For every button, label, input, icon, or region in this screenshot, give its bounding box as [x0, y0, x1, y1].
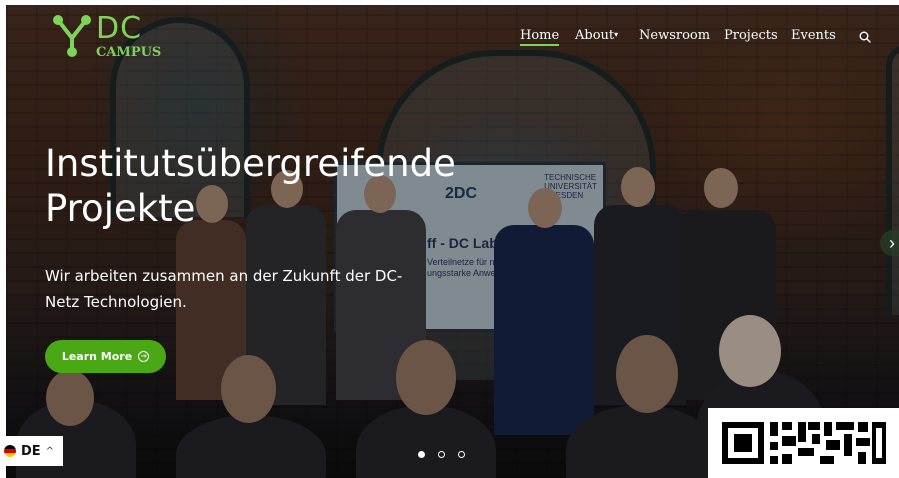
qr-code — [708, 408, 899, 478]
hero-subline: Wir arbeiten zusammen an der Zukunft der… — [45, 263, 465, 315]
german-flag-icon — [4, 445, 16, 457]
caret-up-icon: ^ — [45, 445, 55, 457]
arrow-right-circle-icon: → — [138, 351, 150, 362]
headline-line-2: Projekte — [45, 187, 196, 230]
carousel-dot[interactable] — [418, 451, 425, 458]
nav-home[interactable]: Home — [520, 28, 560, 46]
dc-campus-logo[interactable]: DC CAMPUS — [52, 11, 162, 64]
audience-head — [719, 315, 781, 387]
logo-campus-text: CAMPUS — [96, 45, 162, 60]
hero-headline: Institutsübergreifende Projekte — [45, 141, 565, 231]
audience-head — [616, 335, 678, 413]
language-code: DE — [21, 443, 41, 459]
audience-head — [221, 355, 276, 423]
language-switcher[interactable]: DE ^ — [0, 436, 63, 466]
carousel-dot[interactable] — [438, 451, 445, 458]
caret-down-icon: ▾ — [614, 30, 619, 39]
nav-events[interactable]: Events — [791, 28, 836, 43]
carousel-pagination — [418, 451, 465, 458]
search-icon[interactable] — [859, 30, 871, 43]
audience-head — [46, 370, 94, 426]
audience-head — [396, 340, 456, 415]
headline-line-1: Institutsübergreifende — [45, 142, 456, 185]
learn-more-label: Learn More — [61, 350, 133, 363]
nav-about-label: About — [575, 28, 615, 43]
nav-newsroom[interactable]: Newsroom — [639, 28, 710, 43]
logo-dc-text: DC — [96, 11, 143, 46]
carousel-dot[interactable] — [458, 451, 465, 458]
nav-about[interactable]: About▾ — [575, 28, 618, 43]
logo-mark-icon — [53, 15, 91, 57]
chevron-right-icon[interactable]: › — [880, 230, 899, 256]
nav-projects[interactable]: Projects — [724, 28, 778, 43]
subline-line-2: Netz Technologien. — [45, 293, 187, 311]
learn-more-button[interactable]: Learn More → — [45, 340, 166, 373]
subline-line-1: Wir arbeiten zusammen an der Zukunft der… — [45, 267, 403, 285]
